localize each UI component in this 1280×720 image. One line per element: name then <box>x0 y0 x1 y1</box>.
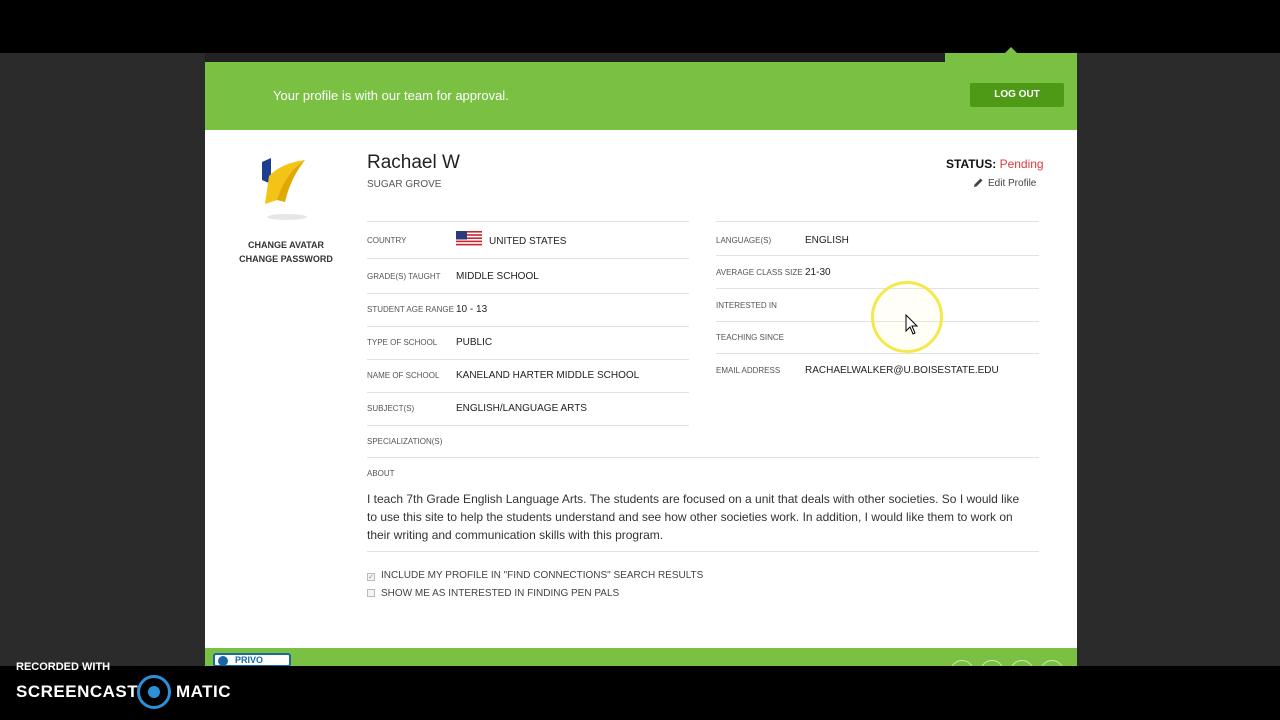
logout-button[interactable]: LOG OUT <box>970 83 1064 107</box>
privo-label: PRIVO <box>235 655 264 665</box>
change-password-link[interactable]: CHANGE PASSWORD <box>225 252 347 266</box>
divider <box>716 288 1039 289</box>
field-value-subjects: ENGLISH/LANGUAGE ARTS <box>456 403 587 414</box>
divider <box>367 293 689 294</box>
backdrop-right <box>1077 53 1280 666</box>
field-value-languages: ENGLISH <box>805 235 849 246</box>
field-value-age-range: 10 - 13 <box>456 304 488 315</box>
field-label-school-name: NAME OF SCHOOL <box>367 371 440 380</box>
field-label-grades: GRADE(S) TAUGHT <box>367 272 441 281</box>
video-letterbox-top <box>0 0 1280 53</box>
field-value-class-size: 21-30 <box>805 267 831 278</box>
include-profile-option[interactable]: ✓ INCLUDE MY PROFILE IN "FIND CONNECTIONS… <box>367 570 703 581</box>
status-label: STATUS: <box>946 157 997 171</box>
approval-message: Your profile is with our team for approv… <box>273 88 509 103</box>
profile-page: Your profile is with our team for approv… <box>205 62 1077 666</box>
field-label-specializations: SPECIALIZATION(S) <box>367 437 443 446</box>
divider <box>716 221 1039 222</box>
divider <box>367 551 1039 552</box>
field-label-email: EMAIL ADDRESS <box>716 366 781 375</box>
avatar-logo-icon <box>262 158 307 220</box>
profile-city: SUGAR GROVE <box>367 179 442 190</box>
privo-seal-icon <box>218 656 228 666</box>
field-value-country: UNITED STATES <box>489 236 567 247</box>
include-profile-checkbox[interactable]: ✓ <box>367 573 375 581</box>
screencast-logo-icon <box>137 675 171 709</box>
divider <box>716 353 1039 354</box>
pen-pals-option[interactable]: SHOW ME AS INTERESTED IN FINDING PEN PAL… <box>367 588 619 599</box>
status-badge: Pending <box>999 157 1044 171</box>
about-label: ABOUT <box>367 469 395 478</box>
mouse-cursor-icon <box>905 314 919 335</box>
field-value-grades: MIDDLE SCHOOL <box>456 271 539 282</box>
screencast-brand-right: MATIC <box>176 682 232 701</box>
approval-banner: Your profile is with our team for approv… <box>205 62 1077 130</box>
change-avatar-link[interactable]: CHANGE AVATAR <box>225 238 347 252</box>
profile-name: Rachael W <box>367 152 460 173</box>
status-line: STATUS: Pending <box>946 157 1044 171</box>
edit-profile-label: Edit Profile <box>988 178 1037 189</box>
field-label-teaching-since: TEACHING SINCE <box>716 333 785 342</box>
field-label-age-range: STUDENT AGE RANGE <box>367 305 454 314</box>
field-value-school-type: PUBLIC <box>456 337 493 348</box>
divider <box>716 255 1039 256</box>
edit-profile-link[interactable]: Edit Profile <box>973 177 1036 189</box>
divider <box>367 258 689 259</box>
field-label-subjects: SUBJECT(S) <box>367 404 415 413</box>
recorded-with-label: RECORDED WITH <box>16 661 111 673</box>
include-profile-label: INCLUDE MY PROFILE IN "FIND CONNECTIONS"… <box>381 570 704 581</box>
avatar-links: CHANGE AVATAR CHANGE PASSWORD <box>225 238 347 266</box>
divider <box>367 326 689 327</box>
field-label-interested-in: INTERESTED IN <box>716 301 777 310</box>
divider <box>367 457 1039 458</box>
pencil-icon <box>974 178 983 187</box>
field-label-country: COUNTRY <box>367 236 407 245</box>
divider <box>367 359 689 360</box>
avatar[interactable] <box>257 154 317 224</box>
backdrop-left <box>0 53 205 666</box>
us-flag-icon <box>456 231 482 247</box>
field-value-school-name: KANELAND HARTER MIDDLE SCHOOL <box>456 370 640 381</box>
divider <box>367 221 689 222</box>
field-label-school-type: TYPE OF SCHOOL <box>367 338 438 347</box>
pen-pals-label: SHOW ME AS INTERESTED IN FINDING PEN PAL… <box>381 588 620 599</box>
privo-badge[interactable]: PRIVO <box>213 653 291 666</box>
pen-pals-checkbox[interactable] <box>367 589 375 597</box>
divider <box>367 425 689 426</box>
field-value-email: RACHAELWALKER@U.BOISESTATE.EDU <box>805 365 999 376</box>
footer-bar: PRIVO <box>205 648 1077 666</box>
field-label-languages: LANGUAGE(S) <box>716 236 772 245</box>
about-text: I teach 7th Grade English Language Arts.… <box>367 492 1020 542</box>
field-label-class-size: AVERAGE CLASS SIZE <box>716 268 803 277</box>
menu-tab-notch <box>945 47 1077 62</box>
screencast-brand-left: SCREENCAST <box>16 682 139 701</box>
divider <box>367 392 689 393</box>
